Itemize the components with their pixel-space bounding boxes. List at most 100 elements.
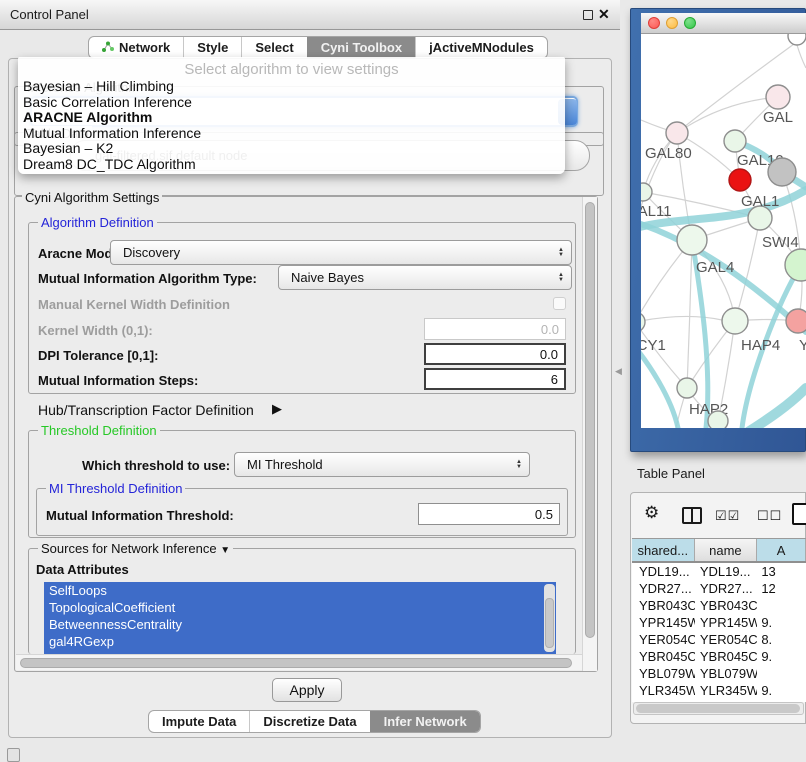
network-node[interactable] — [724, 130, 746, 152]
scrollbar-thumb[interactable] — [20, 658, 572, 668]
data-attributes-list[interactable]: SelfLoopsTopologicalCoefficientBetweenne… — [44, 582, 556, 654]
table-cell: 12 — [757, 580, 806, 597]
column-header[interactable]: A — [757, 539, 806, 561]
dpi-tolerance-input[interactable]: 0.0 — [424, 343, 566, 365]
column-header[interactable]: name — [695, 539, 758, 561]
column-chooser-icon[interactable] — [682, 507, 702, 524]
apply-button[interactable]: Apply — [272, 678, 342, 702]
tab-impute-data[interactable]: Impute Data — [149, 711, 249, 732]
tab-network[interactable]: Network — [89, 37, 183, 58]
network-node[interactable] — [666, 122, 688, 144]
tab-label: Discretize Data — [263, 711, 356, 732]
network-node[interactable] — [677, 225, 707, 255]
mi-threshold-label: Mutual Information Threshold: — [46, 508, 234, 523]
network-edge-thick — [742, 388, 806, 428]
network-node[interactable] — [786, 309, 806, 333]
algorithm-option[interactable]: Bayesian – Hill Climbing — [18, 79, 565, 95]
collapsed-panel-icon[interactable] — [7, 748, 20, 762]
settings-horizontal-scrollbar[interactable] — [16, 654, 582, 670]
hub-definition-toggle[interactable]: Hub/Transcription Factor Definition — [38, 402, 254, 418]
algorithm-option[interactable]: Basic Correlation Inference — [18, 95, 565, 111]
table-row[interactable]: YDL19...YDL19...13 — [632, 563, 806, 580]
network-node[interactable] — [641, 183, 652, 201]
table-row[interactable]: YPR145WYPR145W9. — [632, 614, 806, 631]
table-row[interactable]: YBR045CYBR045C9. — [632, 648, 806, 665]
select-all-icon[interactable]: ☑☑ — [715, 508, 740, 524]
network-node[interactable] — [641, 312, 645, 332]
app-root: Control Panel ✕ NetworkStyleSelectCyni T… — [0, 0, 806, 762]
scrollbar-thumb[interactable] — [636, 704, 800, 713]
algorithm-option[interactable]: Mutual Information Inference — [18, 126, 565, 142]
table-row[interactable]: YBR043CYBR043C — [632, 597, 806, 614]
algorithm-option[interactable]: Bayesian – K2 — [18, 141, 565, 157]
tab-jactivemnodules[interactable]: jActiveMNodules — [415, 37, 547, 58]
settings-vertical-scrollbar[interactable] — [582, 197, 597, 671]
network-node[interactable] — [729, 169, 751, 191]
network-edge — [797, 45, 806, 68]
network-canvas[interactable]: GALGAL80GAL10GAL1GAL11GAL4SWI4GCY1HAP4YH… — [641, 34, 806, 428]
tab-cyni-toolbox[interactable]: Cyni Toolbox — [307, 37, 415, 58]
table-row[interactable]: YBL079WYBL079W — [632, 665, 806, 682]
dropdown-item-list: Bayesian – Hill ClimbingBasic Correlatio… — [18, 79, 565, 172]
data-attribute-item[interactable]: BetweennessCentrality — [44, 616, 556, 633]
data-attribute-item[interactable]: gal4RGexp — [44, 633, 556, 650]
minimize-window-icon[interactable] — [666, 17, 678, 29]
mi-type-select[interactable]: Naive Bayes ▲▼ — [278, 265, 572, 290]
close-panel-icon[interactable]: ✕ — [598, 6, 610, 23]
mi-steps-input[interactable]: 6 — [424, 368, 566, 390]
table-cell: 8. — [757, 631, 806, 648]
network-node[interactable] — [768, 158, 796, 186]
tab-style[interactable]: Style — [183, 37, 241, 58]
tab-infer-network[interactable]: Infer Network — [370, 711, 480, 732]
table-row[interactable]: YLR345WYLR345W9. — [632, 682, 806, 699]
network-node[interactable] — [722, 308, 748, 334]
table-rows: YDL19...YDL19...13YDR27...YDR27...12YBR0… — [632, 563, 806, 702]
tab-select[interactable]: Select — [241, 37, 306, 58]
close-window-icon[interactable] — [648, 17, 660, 29]
table-cell — [757, 665, 806, 682]
algorithm-dropdown-popup: Select algorithm to view settings Bayesi… — [18, 57, 565, 174]
table-cell: YBR045C — [632, 648, 695, 665]
network-node[interactable] — [708, 411, 728, 428]
zoom-window-icon[interactable] — [684, 17, 696, 29]
tab-discretize-data[interactable]: Discretize Data — [249, 711, 369, 732]
kernel-width-input[interactable]: 0.0 — [424, 318, 566, 340]
node-label: SWI4 — [762, 234, 799, 251]
network-node[interactable] — [766, 85, 790, 109]
algorithm-option[interactable]: ARACNE Algorithm — [18, 110, 565, 126]
float-panel-icon[interactable] — [583, 10, 593, 20]
table-cell: YBR043C — [695, 597, 757, 614]
table-row[interactable]: YER054CYER054C8. — [632, 631, 806, 648]
control-panel-title: Control Panel — [10, 7, 89, 22]
algorithm-option[interactable]: Dream8 DC_TDC Algorithm — [18, 157, 565, 173]
control-panel-titlebar: Control Panel ✕ — [0, 0, 620, 30]
mi-threshold-input[interactable]: 0.5 — [418, 503, 560, 525]
deselect-all-icon[interactable]: ☐☐ — [757, 508, 782, 524]
network-node[interactable] — [677, 378, 697, 398]
table-cell: YER054C — [695, 631, 757, 648]
stepper-arrows-icon: ▲▼ — [558, 248, 564, 258]
data-attribute-item[interactable]: SelfLoops — [44, 582, 556, 599]
scrollbar-thumb[interactable] — [585, 202, 595, 638]
export-table-icon[interactable] — [792, 503, 806, 525]
tab-label: Impute Data — [162, 711, 236, 732]
table-row[interactable]: YDR27...YDR27...12 — [632, 580, 806, 597]
network-node[interactable] — [788, 34, 806, 45]
manual-kernel-checkbox[interactable] — [553, 297, 566, 310]
node-table: shared...nameA YDL19...YDL19...13YDR27..… — [632, 538, 806, 702]
which-threshold-select[interactable]: MI Threshold ▲▼ — [234, 452, 530, 477]
manual-kernel-label: Manual Kernel Width Definition — [38, 297, 230, 312]
table-horizontal-scrollbar[interactable] — [633, 702, 804, 715]
table-cell: YER054C — [632, 631, 695, 648]
scrollbar-thumb[interactable] — [545, 598, 554, 648]
table-cell: YLR345W — [695, 682, 757, 699]
aracne-mode-select[interactable]: Discovery ▲▼ — [110, 240, 572, 265]
collapsed-arrow-icon[interactable]: ▶ — [272, 401, 282, 417]
attributes-list-scrollbar[interactable] — [544, 584, 555, 652]
panel-splitter-arrow[interactable]: ◀ — [615, 366, 622, 377]
data-attribute-item[interactable]: TopologicalCoefficient — [44, 599, 556, 616]
sources-group-title[interactable]: Sources for Network Inference ▼ — [38, 541, 233, 556]
settings-gear-icon[interactable]: ⚙ — [644, 503, 659, 523]
column-header[interactable]: shared... — [632, 539, 695, 561]
network-node[interactable] — [785, 249, 806, 281]
